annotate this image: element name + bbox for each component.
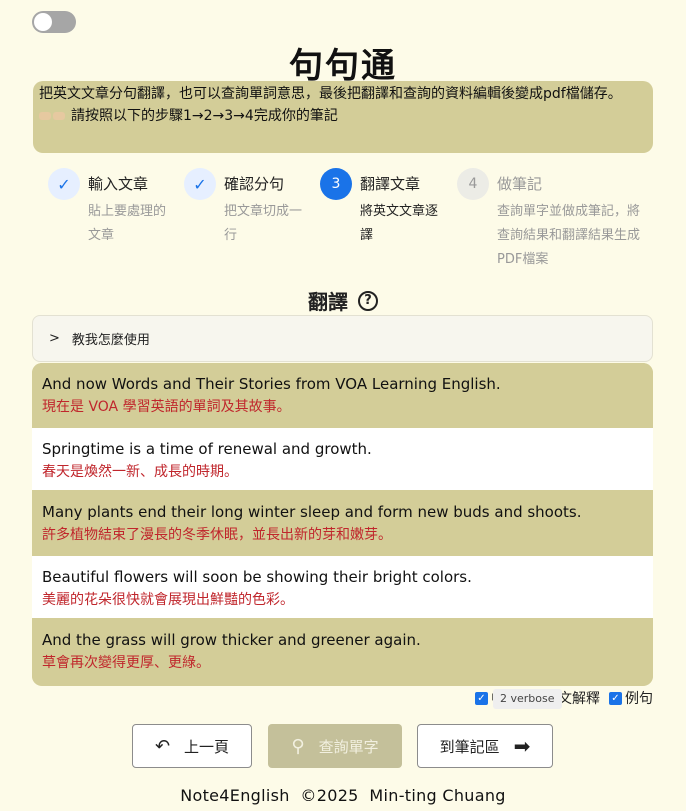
tooltip: 2 verbose	[493, 689, 562, 709]
step-title: 翻譯文章	[360, 175, 421, 193]
intro-text: 把英文文章分句翻譯，也可以查詢單詞意思，最後把翻譯和查詢的資料編輯後變成pdf檔…	[39, 86, 622, 102]
prev-page-label: 上一頁	[184, 737, 230, 756]
sentence-translation: 現在是 VOA 學習英語的單詞及其故事。	[42, 399, 291, 415]
sentence-english: Beautiful flowers will soon be showing t…	[42, 568, 472, 586]
app-title: 句句通	[289, 46, 397, 86]
step-4[interactable]: 4 做筆記 查詢單字並做成筆記，將查詢結果和翻譯結果生成PDF檔案	[457, 168, 657, 272]
sentence-translation: 美麗的花朵很快就會展現出鮮豔的色彩。	[42, 592, 294, 608]
go-to-notes-label: 到筆記區	[439, 737, 500, 756]
sentence-row[interactable]: Springtime is a time of renewal and grow…	[32, 427, 653, 491]
sentence-english: Many plants end their long winter sleep …	[42, 503, 582, 521]
section-title: 翻譯	[308, 290, 348, 314]
arrow-right-icon: ➡	[513, 734, 531, 758]
sentence-row[interactable]: Beautiful flowers will soon be showing t…	[32, 555, 653, 619]
example-option-label: 例句	[625, 691, 653, 707]
step-number: 3	[320, 168, 352, 200]
sentence-english: Springtime is a time of renewal and grow…	[42, 440, 372, 458]
sentence-row[interactable]: And the grass will grow thicker and gree…	[32, 619, 653, 683]
sentence-english: And now Words and Their Stories from VOA…	[42, 375, 501, 393]
toggle-knob	[34, 13, 52, 31]
step-1[interactable]: ✓ 輸入文章 貼上要處理的文章	[48, 168, 178, 248]
sentence-translation: 春天是煥然一新、成長的時期。	[42, 464, 238, 480]
intro-steps-hint: 請按照以下的步驟1→2→3→4完成你的筆記	[71, 108, 338, 124]
check-icon: ✓	[48, 168, 80, 200]
footer: Note4English ©2025 Min-ting Chuang	[180, 786, 506, 805]
go-to-notes-button[interactable]: 到筆記區 ➡	[417, 724, 553, 768]
step-desc: 將英文文章逐譯	[360, 204, 439, 243]
undo-arrow-icon: ↶	[154, 735, 171, 757]
lookup-word-button[interactable]: ⚲ 查詢單字	[268, 724, 402, 768]
lookup-word-label: 查詢單字	[318, 737, 379, 756]
question-icon[interactable]: ?	[358, 290, 378, 311]
step-title: 做筆記	[497, 175, 543, 193]
sentence-row[interactable]: Many plants end their long winter sleep …	[32, 491, 653, 555]
chevron-right-icon: >	[49, 331, 60, 346]
sentence-list: And now Words and Their Stories from VOA…	[32, 363, 653, 686]
check-icon: ✓	[184, 168, 216, 200]
step-3[interactable]: 3 翻譯文章 將英文文章逐譯	[320, 168, 450, 248]
intro-banner: 把英文文章分句翻譯，也可以查詢單詞意思，最後把翻譯和查詢的資料編輯後變成pdf檔…	[33, 81, 653, 153]
help-collapse[interactable]: > 教我怎麼使用	[32, 315, 653, 362]
sentence-translation: 許多植物結束了漫長的冬季休眠，並長出新的芽和嫩芽。	[42, 527, 392, 543]
stepper: ✓ 輸入文章 貼上要處理的文章 ✓ 確認分句 把文章切成一行 3 翻譯文章 將英…	[48, 168, 668, 268]
section-heading: 翻譯 ?	[0, 286, 686, 315]
chinese-checkbox[interactable]: ✓	[475, 691, 488, 705]
sentence-row[interactable]: And now Words and Their Stories from VOA…	[32, 363, 653, 427]
step-title: 輸入文章	[88, 175, 149, 193]
search-icon: ⚲	[291, 735, 305, 757]
prev-page-button[interactable]: ↶ 上一頁	[132, 724, 252, 768]
step-desc: 把文章切成一行	[224, 204, 303, 243]
pointing-hand-icon	[39, 105, 67, 127]
theme-toggle[interactable]	[32, 11, 76, 33]
step-number: 4	[457, 168, 489, 200]
help-collapse-label: 教我怎麼使用	[71, 333, 150, 348]
step-title: 確認分句	[224, 175, 285, 193]
sentence-english: And the grass will grow thicker and gree…	[42, 631, 421, 649]
step-desc: 查詢單字並做成筆記，將查詢結果和翻譯結果生成PDF檔案	[497, 204, 641, 267]
sentence-translation: 草會再次變得更厚、更綠。	[42, 655, 210, 671]
example-checkbox[interactable]: ✓	[609, 691, 622, 705]
step-desc: 貼上要處理的文章	[88, 204, 167, 243]
step-2[interactable]: ✓ 確認分句 把文章切成一行	[184, 168, 314, 248]
